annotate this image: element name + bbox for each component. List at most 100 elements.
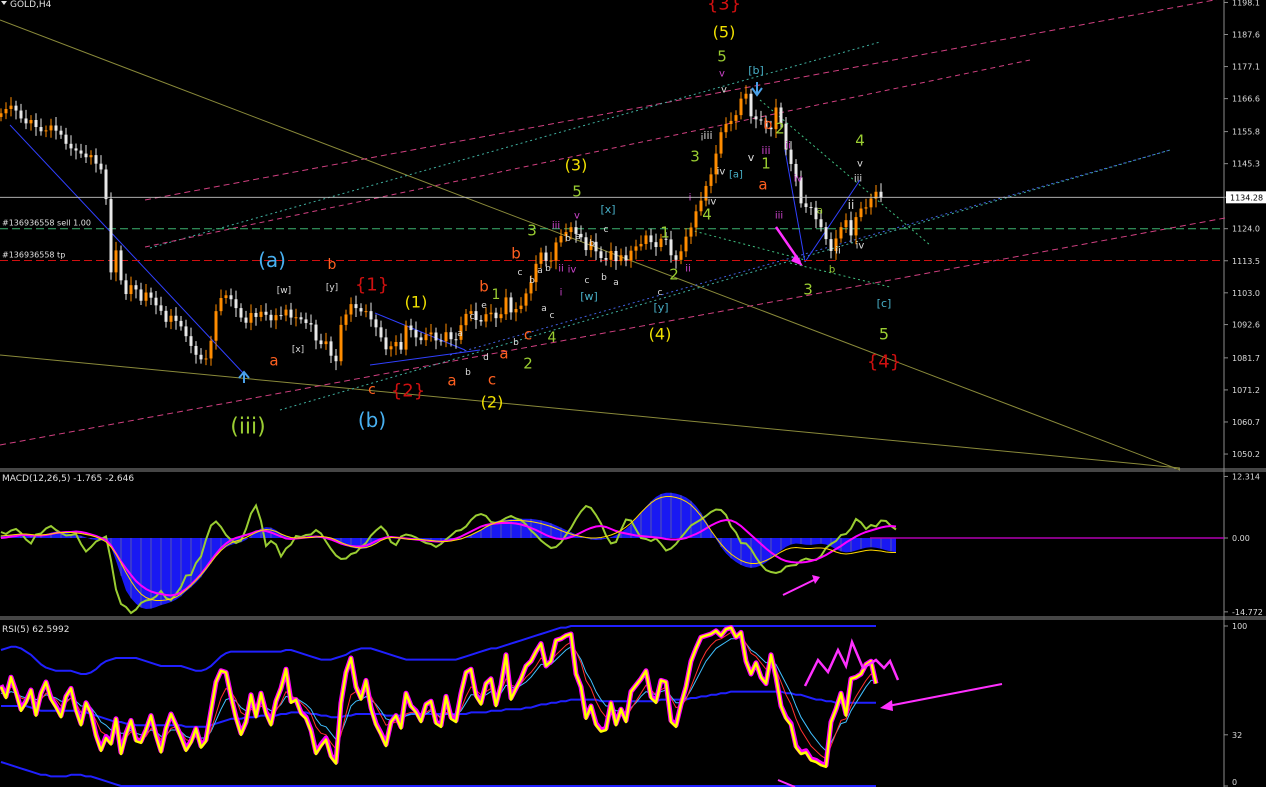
candle-body xyxy=(119,250,123,281)
candle-body xyxy=(854,217,858,236)
chart-canvas: GOLD,H4 MACD(12,26,5) -1.765 -2.646 RSI(… xyxy=(0,0,1266,787)
candle-body xyxy=(209,340,213,359)
candle-body xyxy=(29,119,33,124)
candle-body xyxy=(479,319,483,322)
wave-label: 4 xyxy=(855,131,865,149)
candle-body xyxy=(189,336,193,346)
wave-label: [b] xyxy=(748,64,764,77)
wave-label: a xyxy=(447,371,456,389)
wave-label: b xyxy=(328,257,337,273)
wave-label: a xyxy=(541,304,547,314)
wave-label: 2 xyxy=(669,265,679,283)
price-axis-tick-label: 1177.1 xyxy=(1232,63,1260,72)
rsi-axis-tick-label: 100 xyxy=(1232,622,1247,631)
price-axis-tick-label: 1113.5 xyxy=(1232,257,1260,266)
candle-body xyxy=(829,239,833,251)
wave-label: ii xyxy=(848,198,855,212)
candle-body xyxy=(229,295,233,300)
candle-body xyxy=(254,312,258,317)
candle-body xyxy=(754,116,758,120)
candle-body xyxy=(324,341,328,345)
wave-label: [x] xyxy=(600,203,615,216)
wave-label: i xyxy=(689,193,692,204)
candle-body xyxy=(294,317,298,319)
candle-body xyxy=(849,220,853,236)
candle-body xyxy=(339,324,343,362)
candle-body xyxy=(439,340,443,342)
price-axis-tick-label: 1060.7 xyxy=(1232,418,1260,427)
candle-body xyxy=(869,198,873,208)
candle-body xyxy=(234,299,238,309)
wave-label: i xyxy=(560,288,563,299)
candle-body xyxy=(274,315,278,321)
wave-label: 3 xyxy=(803,280,813,298)
candle-body xyxy=(114,250,118,273)
candle-body xyxy=(184,326,188,337)
wave-label: c xyxy=(518,268,523,278)
wave-label: c xyxy=(550,311,555,321)
candle-body xyxy=(144,292,148,301)
candle-body xyxy=(34,119,38,128)
candle-body xyxy=(204,358,208,360)
candle-body xyxy=(4,109,8,114)
wave-label: 5 xyxy=(717,47,727,65)
candle-body xyxy=(89,155,93,158)
wave-label: (a) xyxy=(258,248,286,272)
candle-body xyxy=(174,315,178,321)
trade-line-label: #136936558 sell 1.00 xyxy=(2,219,91,228)
candle-body xyxy=(224,295,228,299)
candle-body xyxy=(549,260,553,262)
wave-label: (1) xyxy=(405,293,428,312)
wave-label: b xyxy=(545,264,551,274)
candle-body xyxy=(444,332,448,342)
candle-body xyxy=(129,285,133,295)
wave-label: b xyxy=(764,117,773,133)
wave-label: 1 xyxy=(761,154,771,172)
candle-body xyxy=(489,312,493,315)
candle-body xyxy=(594,241,598,252)
wave-label: 1 xyxy=(660,223,670,241)
wave-label: (b) xyxy=(358,408,386,432)
candle-body xyxy=(74,148,78,151)
candle-body xyxy=(669,239,673,256)
candle-body xyxy=(519,305,523,310)
candle-body xyxy=(369,311,373,320)
wave-label: iv xyxy=(856,241,865,252)
candle-body xyxy=(819,219,823,228)
wave-label: c xyxy=(658,288,663,298)
candle-body xyxy=(19,110,23,119)
candle-body xyxy=(554,242,558,261)
wave-label: iii xyxy=(854,174,862,185)
candle-body xyxy=(614,250,618,262)
candle-body xyxy=(69,143,73,149)
wave-label: d xyxy=(483,353,489,363)
candle-body xyxy=(124,280,128,295)
wave-label: {4} xyxy=(867,351,901,372)
price-axis-tick-label: 1124.0 xyxy=(1232,225,1260,234)
candle-body xyxy=(84,153,88,158)
candle-body xyxy=(344,314,348,325)
candle-body xyxy=(104,169,108,200)
candle-body xyxy=(319,340,323,345)
wave-label: 4 xyxy=(548,330,557,346)
candle-body xyxy=(674,255,678,260)
candle-body xyxy=(399,341,403,350)
candle-body xyxy=(409,325,413,331)
candle-body xyxy=(449,332,453,340)
candle-body xyxy=(239,308,243,318)
candle-body xyxy=(684,236,688,252)
wave-label: b xyxy=(465,368,471,378)
candle-body xyxy=(0,113,3,117)
candle-body xyxy=(759,119,763,121)
candle-body xyxy=(719,132,723,154)
candle-body xyxy=(454,339,458,341)
candle-body xyxy=(284,309,288,316)
candle-body xyxy=(634,246,638,251)
candle-body xyxy=(404,325,408,350)
trade-line-label: #136936558 tp xyxy=(2,250,65,259)
wave-label: ii xyxy=(685,264,691,275)
candle-body xyxy=(689,227,693,237)
candle-body xyxy=(134,285,138,290)
candle-body xyxy=(39,127,43,132)
wave-label: c xyxy=(368,382,376,398)
